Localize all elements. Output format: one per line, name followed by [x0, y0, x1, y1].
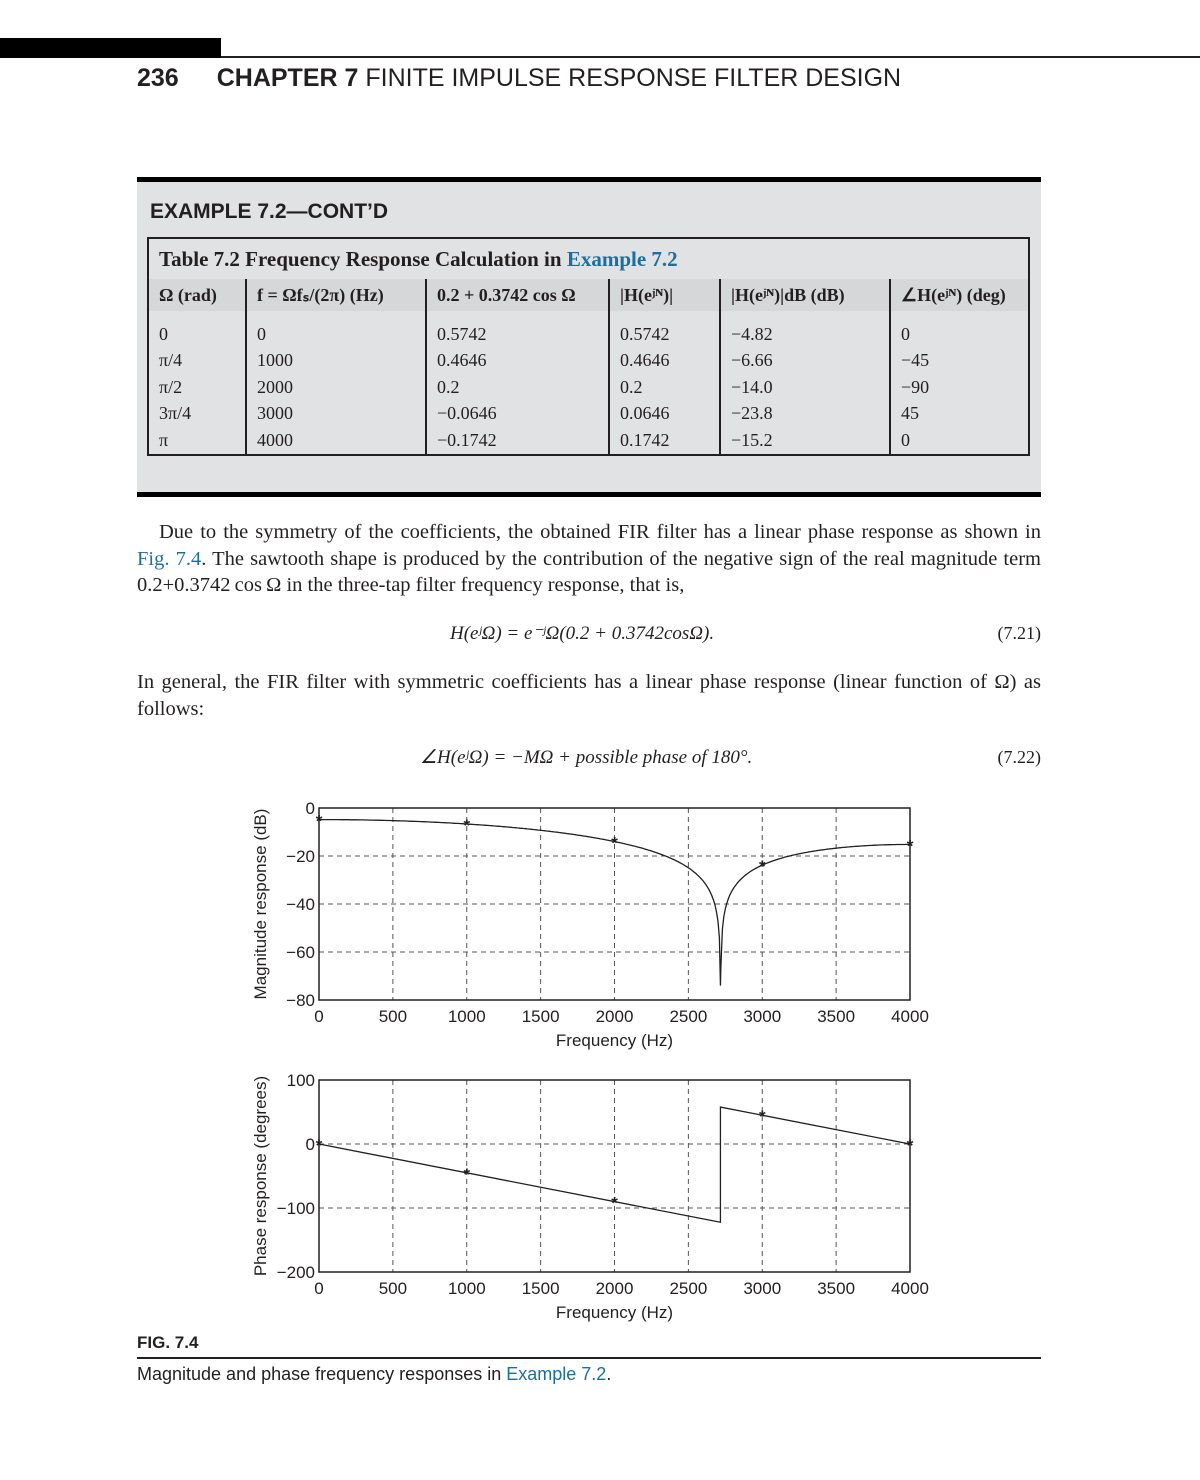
- y-tick-label: −100: [277, 1199, 315, 1218]
- x-tick-label: 1000: [448, 1279, 486, 1298]
- y-tick-label: −80: [286, 991, 315, 1010]
- x-tick-label: 3000: [743, 1279, 781, 1298]
- y-axis-label: Magnitude response (dB): [251, 809, 270, 1000]
- x-tick-label: 3000: [743, 1007, 781, 1026]
- phase-chart: 0 500 1000 1500 2000 2500 3000 3500 40001000−100…: [251, 1071, 929, 1322]
- data-point-marker: *: [316, 812, 323, 831]
- data-point-marker: *: [907, 836, 914, 855]
- figure-rule: [137, 1357, 1041, 1359]
- x-axis-label: Frequency (Hz): [556, 1031, 673, 1050]
- x-tick-label: 500: [379, 1279, 407, 1298]
- data-point-marker: *: [463, 816, 470, 835]
- magnitude-chart: 0 500 1000 1500 2000 2500 3000 3500 4000 0 −20 −40 −…: [251, 799, 929, 1050]
- y-tick-label: 0: [306, 1135, 315, 1154]
- figure-7-4-charts: 0 500 1000 1500 2000 2500 3000 3500 40000−20−40−…: [251, 799, 929, 1322]
- data-point-marker: *: [611, 1194, 618, 1213]
- x-tick-label: 3500: [817, 1007, 855, 1026]
- x-tick-label: 1500: [522, 1279, 560, 1298]
- figure-caption: Magnitude and phase frequency responses …: [137, 1364, 611, 1385]
- y-tick-label: −200: [277, 1263, 315, 1282]
- x-tick-label: 4000: [891, 1279, 929, 1298]
- data-point-marker: *: [463, 1165, 470, 1184]
- x-tick-label: 3500: [817, 1279, 855, 1298]
- y-tick-label: 0: [306, 799, 315, 818]
- x-tick-label: 4000: [891, 1007, 929, 1026]
- figure-caption-suffix: .: [606, 1364, 612, 1384]
- x-tick-label: 2000: [596, 1007, 634, 1026]
- figure-label: FIG. 7.4: [137, 1333, 199, 1352]
- data-point-marker: *: [316, 1136, 323, 1155]
- x-tick-label: 2500: [669, 1007, 707, 1026]
- y-axis-label: Phase response (degrees): [251, 1076, 270, 1276]
- x-tick-label: 0: [314, 1007, 323, 1026]
- data-point-marker: *: [907, 1136, 914, 1155]
- data-point-marker: *: [759, 1107, 766, 1126]
- y-tick-label: 100: [287, 1071, 315, 1090]
- y-tick-label: −40: [286, 895, 315, 914]
- x-tick-label: 1500: [522, 1007, 560, 1026]
- x-tick-label: 500: [379, 1007, 407, 1026]
- figure-example-link[interactable]: Example 7.2: [506, 1364, 606, 1384]
- x-tick-label: 2500: [669, 1279, 707, 1298]
- data-point-marker: *: [759, 857, 766, 876]
- x-tick-label: 0: [314, 1279, 323, 1298]
- data-point-marker: *: [611, 834, 618, 853]
- figure-caption-text: Magnitude and phase frequency responses …: [137, 1364, 507, 1384]
- y-tick-label: −20: [286, 847, 315, 866]
- x-axis-label: Frequency (Hz): [556, 1303, 673, 1322]
- y-tick-label: −60: [286, 943, 315, 962]
- x-tick-label: 2000: [596, 1279, 634, 1298]
- x-tick-label: 1000: [448, 1007, 486, 1026]
